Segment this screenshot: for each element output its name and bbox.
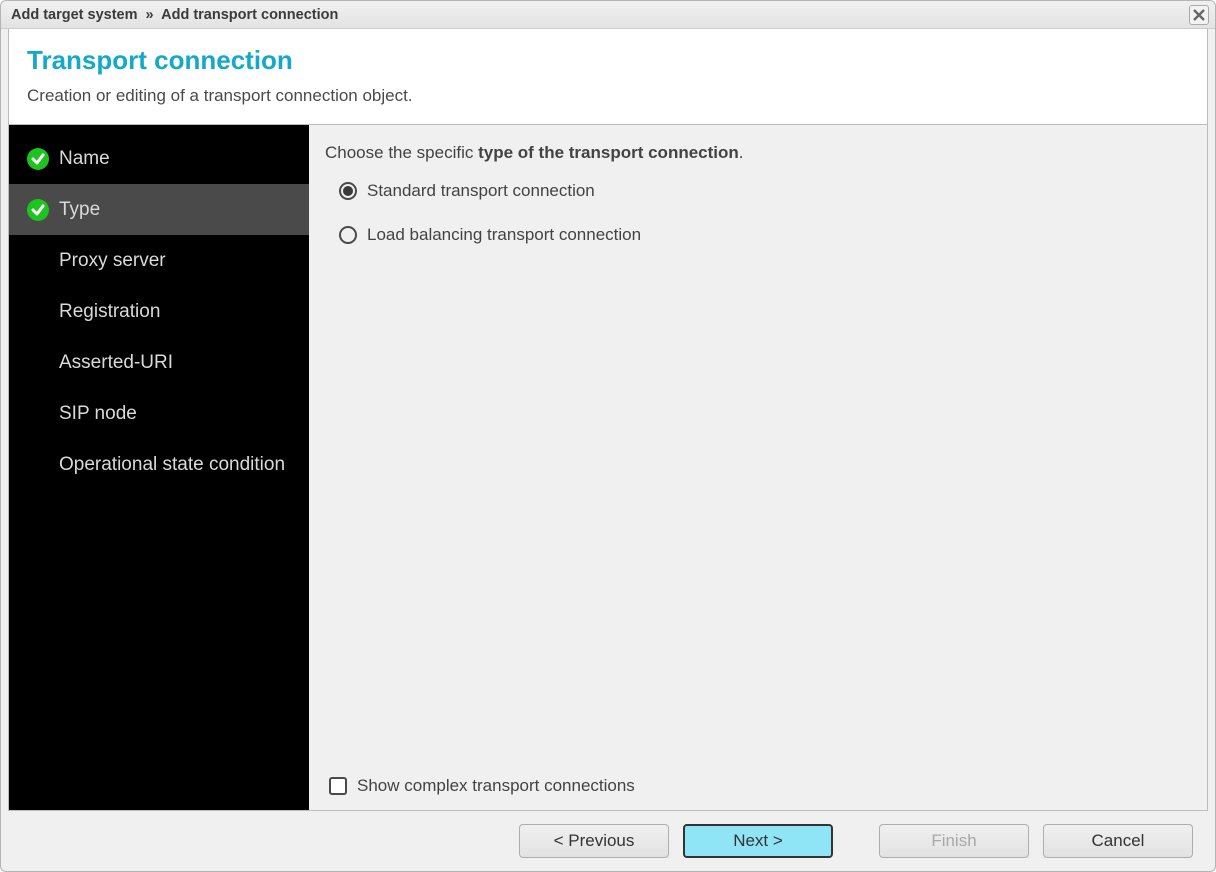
wizard-step-label: Proxy server (59, 250, 166, 272)
wizard-step-registration[interactable]: Registration (9, 286, 309, 337)
show-complex-checkbox[interactable] (329, 777, 347, 795)
finish-button: Finish (879, 824, 1029, 858)
close-icon (1193, 9, 1205, 21)
breadcrumb-part-2: Add transport connection (161, 7, 338, 23)
wizard-steps-sidebar: Name Type Proxy server Registration Asserted… (9, 125, 309, 810)
dialog-titlebar: Add target system » Add transport connec… (1, 1, 1215, 29)
show-complex-checkbox-row[interactable]: Show complex transport connections (325, 776, 1191, 796)
radio-button[interactable] (339, 182, 357, 200)
next-button[interactable]: Next > (683, 824, 833, 858)
prompt-bold: type of the transport connection (478, 143, 739, 162)
wizard-step-operational-state-condition[interactable]: Operational state condition (9, 439, 309, 490)
wizard-step-label: Name (59, 148, 110, 170)
check-icon (27, 148, 49, 170)
transport-type-option[interactable]: Standard transport connection (339, 181, 1191, 201)
breadcrumb-part-1: Add target system (11, 7, 138, 23)
radio-button[interactable] (339, 226, 357, 244)
wizard-step-label: Registration (59, 301, 160, 323)
wizard-content: Choose the specific type of the transpor… (309, 125, 1207, 810)
wizard-step-label: Operational state condition (59, 454, 285, 476)
wizard-header: Transport connection Creation or editing… (8, 29, 1208, 125)
wizard-step-label: Asserted-URI (59, 352, 173, 374)
wizard-footer: < Previous Next > Finish Cancel (1, 811, 1215, 871)
page-description: Creation or editing of a transport conne… (27, 86, 1189, 106)
wizard-step-sip-node[interactable]: SIP node (9, 388, 309, 439)
wizard-step-proxy-server[interactable]: Proxy server (9, 235, 309, 286)
wizard-dialog: Add target system » Add transport connec… (0, 0, 1216, 872)
radio-label: Load balancing transport connection (367, 225, 641, 245)
breadcrumb-separator: » (142, 7, 158, 23)
transport-type-options: Standard transport connection Load balanc… (325, 181, 1191, 269)
wizard-step-label: Type (59, 199, 100, 221)
radio-label: Standard transport connection (367, 181, 595, 201)
prompt-text: Choose the specific type of the transpor… (325, 143, 1191, 163)
wizard-step-name[interactable]: Name (9, 133, 309, 184)
show-complex-label: Show complex transport connections (357, 776, 635, 796)
wizard-step-asserted-uri[interactable]: Asserted-URI (9, 337, 309, 388)
transport-type-option[interactable]: Load balancing transport connection (339, 225, 1191, 245)
previous-button[interactable]: < Previous (519, 824, 669, 858)
page-title: Transport connection (27, 45, 1189, 76)
cancel-button[interactable]: Cancel (1043, 824, 1193, 858)
close-button[interactable] (1189, 5, 1209, 25)
breadcrumb: Add target system » Add transport connec… (11, 7, 338, 23)
wizard-body: Name Type Proxy server Registration Asserted… (8, 125, 1208, 811)
wizard-step-label: SIP node (59, 403, 137, 425)
check-icon (27, 199, 49, 221)
prompt-suffix: . (739, 143, 744, 162)
wizard-step-type[interactable]: Type (9, 184, 309, 235)
prompt-prefix: Choose the specific (325, 143, 478, 162)
